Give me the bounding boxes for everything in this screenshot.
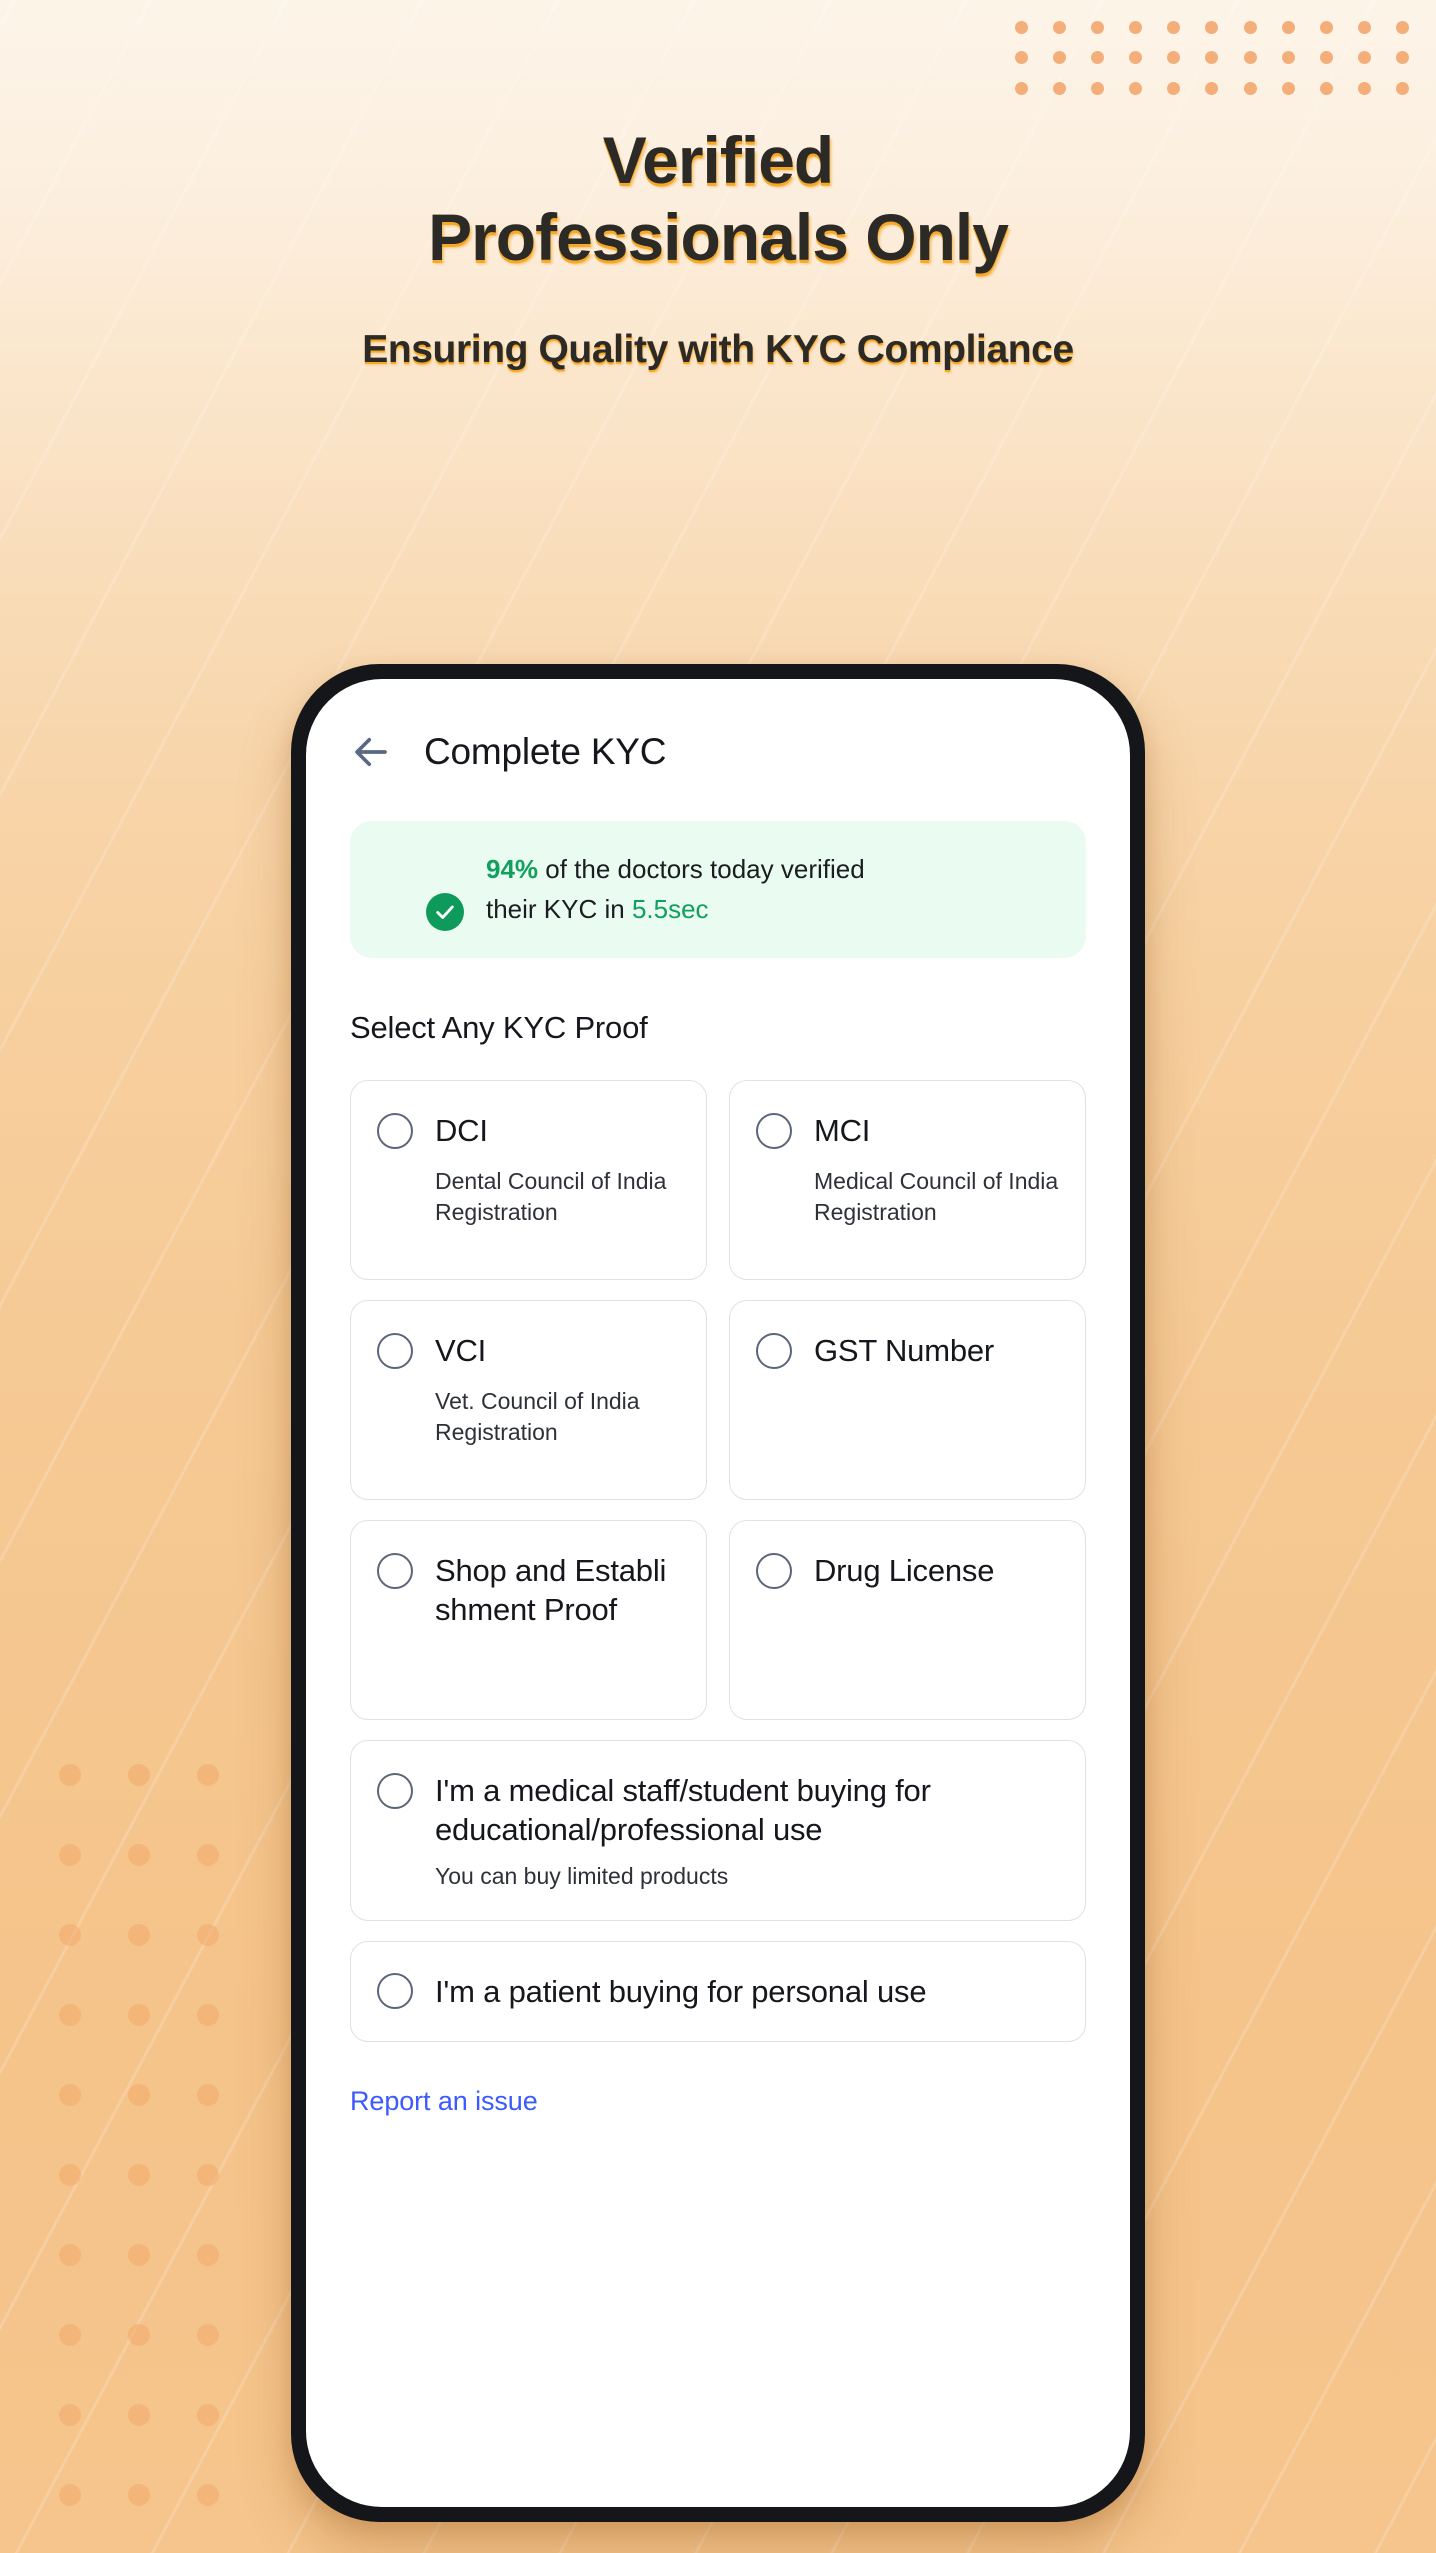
kyc-option-mci[interactable]: MCI Medical Council of India Registratio… [729,1079,1086,1280]
report-issue-link[interactable]: Report an issue [350,2086,538,2117]
verification-duration: 5.5sec [631,894,709,925]
radio-gst-number[interactable] [756,1332,792,1369]
headline-line-1: Verified [602,123,834,197]
kyc-option-label: MCI [814,1112,871,1148]
kyc-option-dci[interactable]: DCI Dental Council of India Registration [350,1079,707,1280]
banner-text-part1: of the doctors today verified [538,854,865,884]
kyc-option-shop-establishment[interactable]: Shop and Establishment Proof [350,1519,707,1720]
radio-mci[interactable] [756,1112,792,1149]
app-title: Complete KYC [424,731,667,772]
kyc-option-label: I'm a medical staff/student buying for e… [435,1772,931,1847]
verification-stats-banner: 94% of the doctors today verified their … [350,821,1086,958]
section-title: Select Any KYC Proof [350,1009,648,1045]
banner-text-part2: their KYC in [486,894,632,925]
dot-pattern-bottom-left [36,1735,242,2535]
radio-dci[interactable] [377,1112,413,1149]
phone-mockup: Complete KYC 94% of the doctors today ve… [291,664,1145,2522]
kyc-option-label: I'm a patient buying for personal use [435,1973,927,2009]
radio-patient-personal-use[interactable] [377,1973,413,2010]
banner-text: 94% of the doctors today verified their … [486,849,865,930]
kyc-option-label: DCI [435,1112,488,1148]
radio-medical-staff-student[interactable] [377,1772,413,1809]
kyc-option-label: Drug License [814,1552,995,1588]
kyc-option-label: Shop and Establishment Proof [435,1552,667,1627]
kyc-option-patient-personal-use[interactable]: I'm a patient buying for personal use [350,1940,1086,2042]
kyc-option-sub: Vet. Council of India Registration [435,1387,640,1446]
avatar [380,849,464,932]
app-header: Complete KYC [350,731,1086,773]
radio-drug-license[interactable] [756,1552,792,1589]
verified-percent: 94% [486,854,539,884]
kyc-option-label: VCI [435,1332,487,1368]
kyc-option-vci[interactable]: VCI Vet. Council of India Registration [350,1299,707,1500]
check-icon [426,893,464,932]
kyc-option-gst-number[interactable]: GST Number [729,1299,1086,1500]
kyc-options-grid: DCI Dental Council of India Registration… [350,1079,1086,2042]
kyc-option-sub: Medical Council of India Registration [814,1167,1059,1226]
page-subtitle: Ensuring Quality with KYC Compliance [362,328,1074,372]
back-arrow-icon[interactable] [350,731,392,773]
kyc-option-medical-staff-student[interactable]: I'm a medical staff/student buying for e… [350,1739,1086,1921]
headline-line-2: Professionals Only [428,200,1009,275]
phone-screen: Complete KYC 94% of the doctors today ve… [306,679,1130,2507]
kyc-option-drug-license[interactable]: Drug License [729,1519,1086,1720]
kyc-option-label: GST Number [814,1332,995,1368]
page-title: Verified Professionals Only [0,122,1436,276]
radio-shop-establishment[interactable] [377,1552,413,1589]
kyc-option-sub: Dental Council of India Registration [435,1167,667,1226]
radio-vci[interactable] [377,1332,413,1369]
hero-section: Verified Professionals Only Ensuring Qua… [0,0,1436,372]
kyc-option-note: You can buy limited products [435,1862,729,1889]
